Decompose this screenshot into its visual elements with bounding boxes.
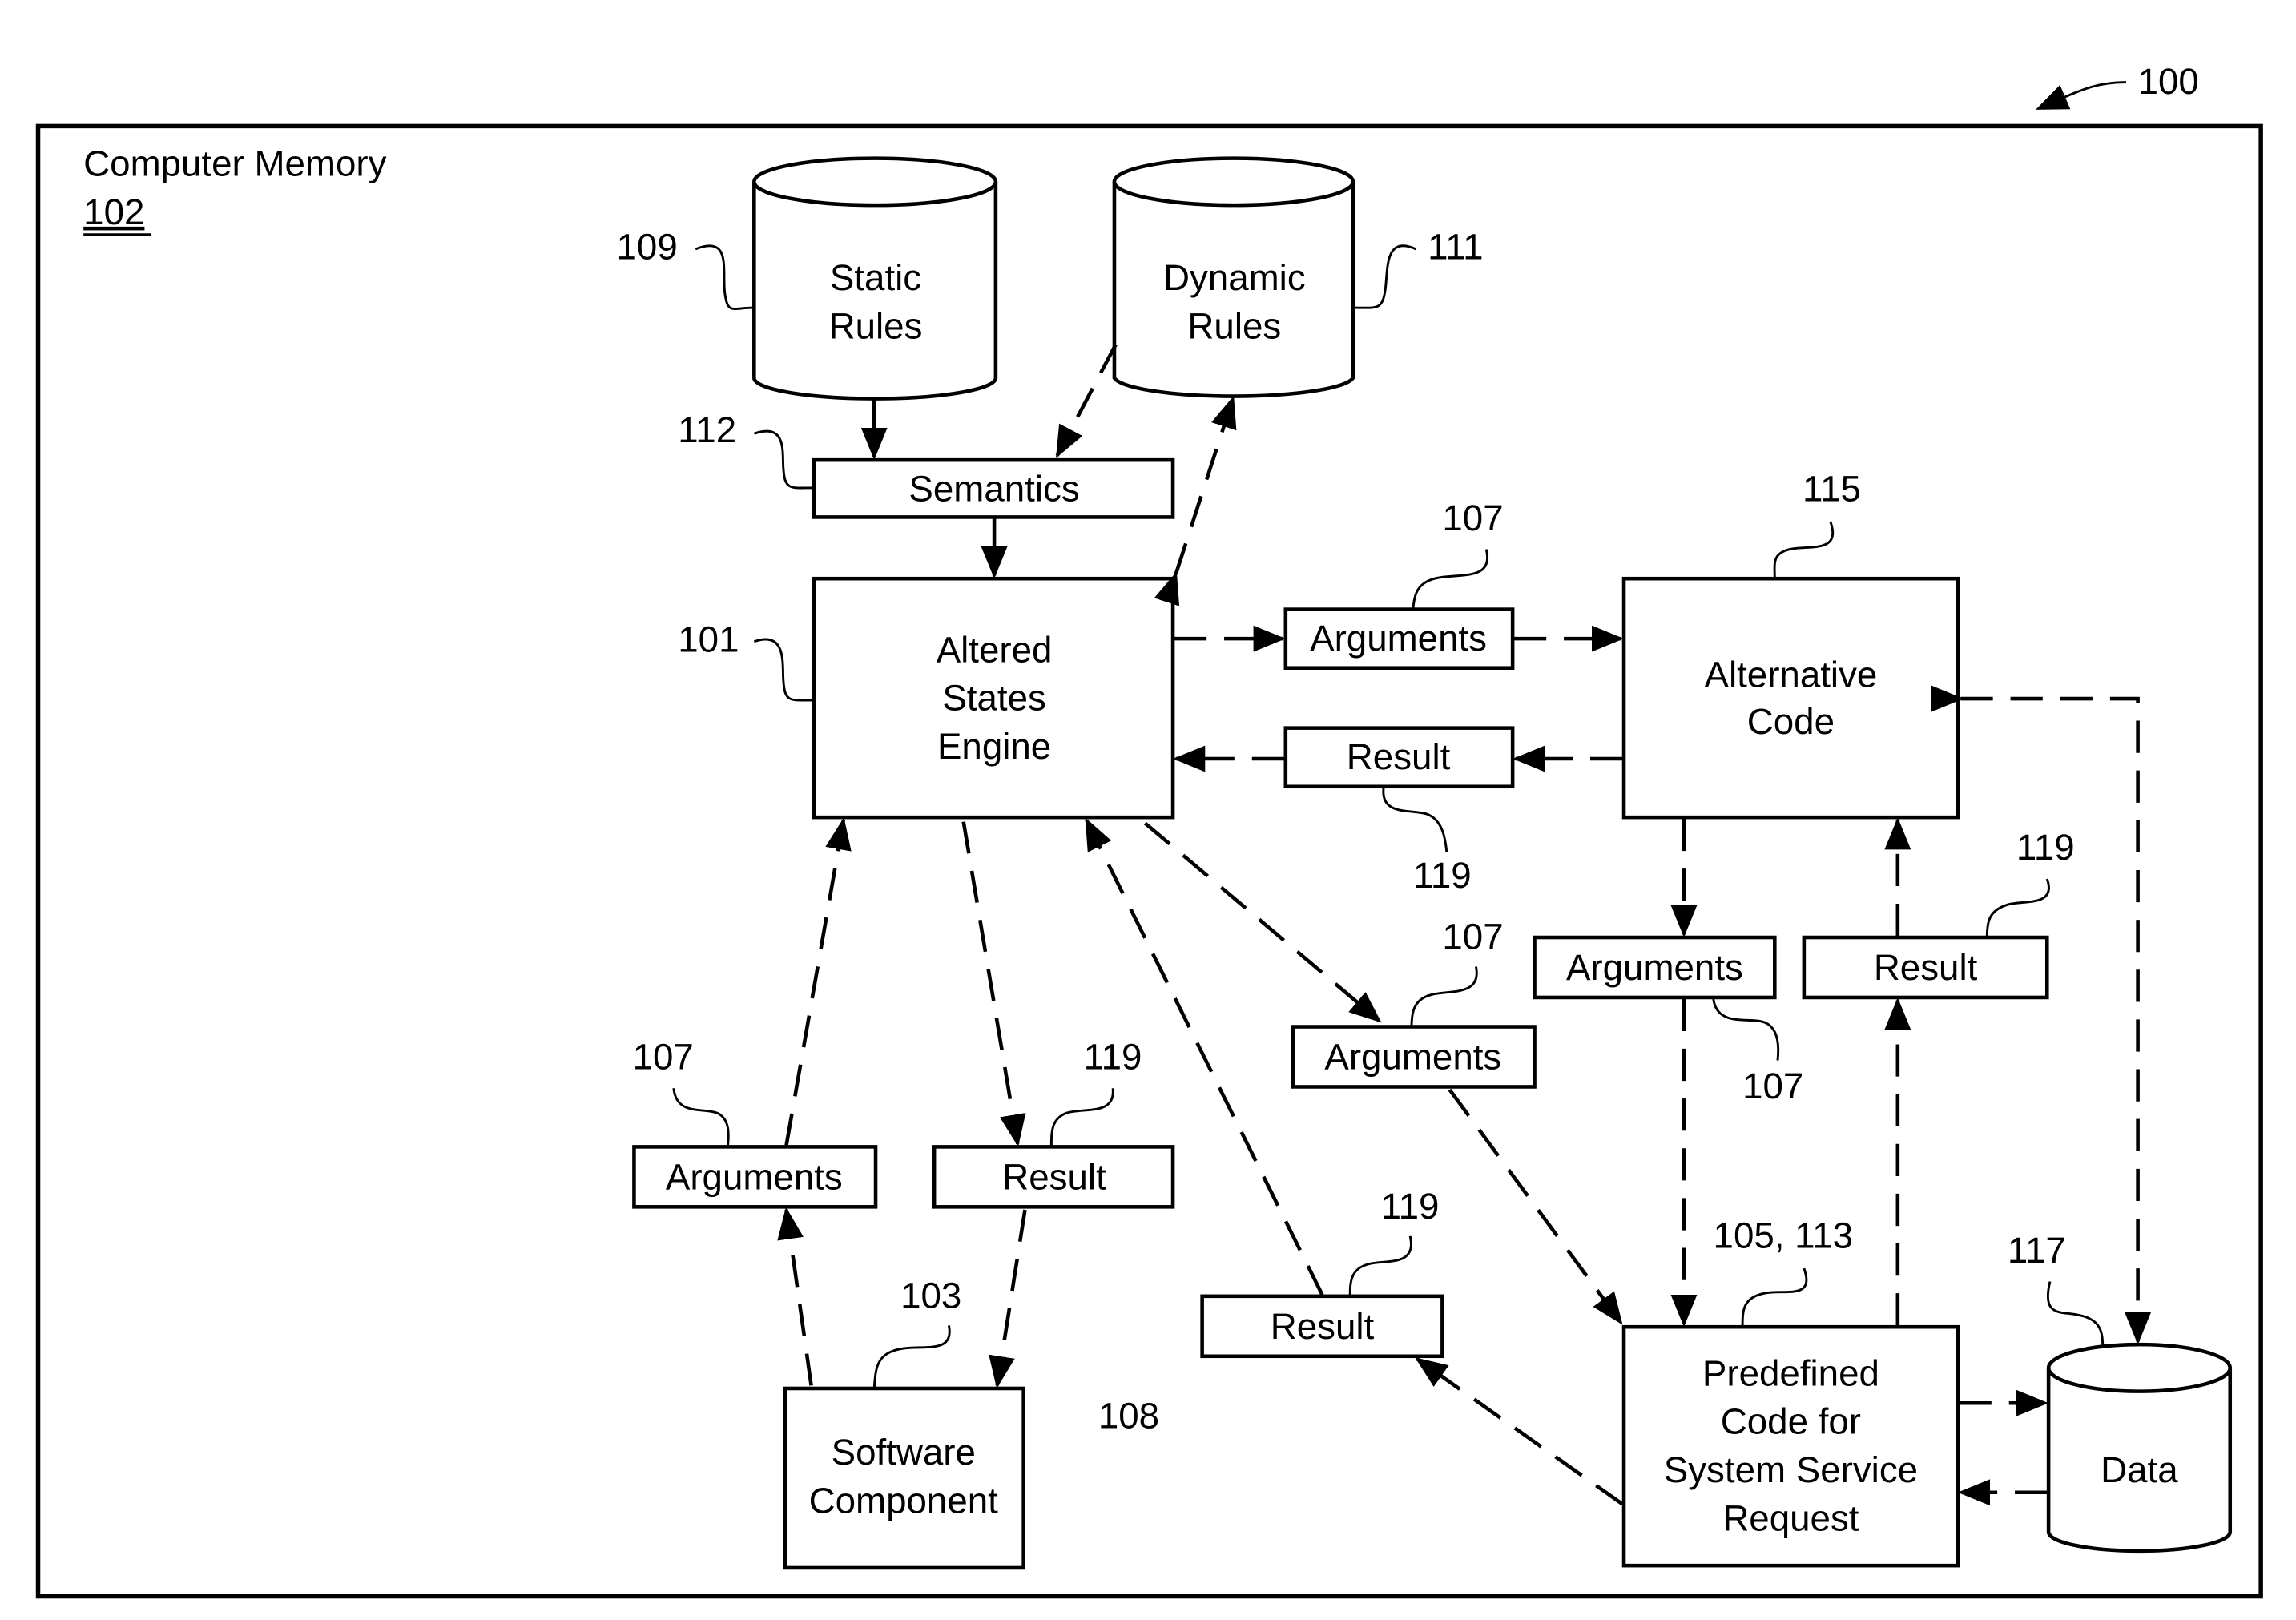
result-alt-to-engine[interactable]: Result (1283, 726, 1515, 789)
arguments-label: Arguments (666, 1156, 843, 1197)
predefined-ref: 105, 113 (1714, 1215, 1853, 1256)
arguments-ref: 107 (1742, 1066, 1803, 1106)
software-line-1: Software (832, 1432, 976, 1473)
result-ref: 119 (1381, 1186, 1440, 1227)
computer-memory-label: Computer Memory (83, 143, 386, 184)
result-leader (1348, 1235, 1412, 1296)
semantics-ref: 112 (678, 409, 736, 450)
semantics-leader (753, 429, 815, 490)
arrow-result-to-software (989, 1209, 1027, 1388)
arguments-ref: 107 (633, 1037, 694, 1078)
data-leader (2046, 1281, 2105, 1348)
arguments-engine-to-alt[interactable]: Arguments (1283, 607, 1515, 670)
semantics-box[interactable]: Semantics (812, 457, 1175, 519)
arrow-dynamic-to-semantics (1055, 343, 1118, 458)
alt-code-line-2: Code (1747, 701, 1835, 742)
static-rules-database[interactable]: Static Rules (752, 156, 998, 401)
predefined-line-1: Predefined (1702, 1352, 1879, 1393)
predefined-line-2: Code for (1721, 1401, 1861, 1442)
result-label: Result (1874, 947, 1978, 988)
label-108: 108 (1098, 1395, 1159, 1436)
alt-code-leader (1773, 521, 1835, 579)
arrow-engine-to-result (961, 821, 1026, 1147)
result-leader (1049, 1088, 1114, 1147)
static-rules-leader (695, 244, 755, 310)
arrow-engine-to-arguments-diag (1143, 821, 1382, 1023)
engine-line-3: Engine (937, 726, 1051, 767)
computer-memory-ref: 102 (83, 191, 144, 232)
result-label: Result (1271, 1306, 1375, 1347)
result-ref: 119 (1413, 855, 1472, 896)
predefined-line-4: Request (1722, 1497, 1859, 1538)
arrow-predefined-to-result-diag (1415, 1357, 1624, 1506)
static-rules-line-2: Rules (829, 305, 923, 346)
arguments-label: Arguments (1324, 1037, 1501, 1078)
result-leader (1985, 878, 2050, 938)
result-predefined-to-engine[interactable]: Result (1200, 1294, 1444, 1359)
dynamic-rules-ref: 111 (1428, 227, 1483, 268)
arrow-software-to-arguments (777, 1207, 813, 1386)
dynamic-rules-database[interactable]: Dynamic Rules (1112, 156, 1355, 398)
data-ref: 117 (2008, 1230, 2066, 1271)
figure-ref-label: 100 (2138, 61, 2199, 102)
alt-code-line-1: Alternative (1704, 654, 1877, 695)
software-leader (872, 1325, 951, 1389)
result-label: Result (1002, 1156, 1106, 1197)
software-ref: 103 (900, 1275, 961, 1316)
arguments-leader (1410, 966, 1478, 1027)
arguments-leader (1412, 549, 1489, 610)
arguments-label: Arguments (1310, 618, 1487, 659)
arguments-leader (672, 1088, 730, 1147)
result-ref: 119 (1084, 1037, 1142, 1078)
diagram: 100 Computer Memory 102 Static Rules 109… (35, 61, 2263, 1599)
software-line-2: Component (809, 1480, 999, 1521)
arguments-software-to-engine[interactable]: Arguments (632, 1145, 878, 1209)
dynamic-rules-line-2: Rules (1187, 305, 1281, 346)
altered-states-engine-box[interactable]: Altered States Engine (812, 576, 1175, 820)
dynamic-rules-leader (1352, 244, 1417, 309)
alternative-code-box[interactable]: Alternative Code (1621, 576, 1960, 820)
arguments-engine-to-predefined[interactable]: Arguments (1291, 1025, 1537, 1089)
result-leader (1382, 786, 1448, 853)
figure-ref-arrow (2035, 81, 2126, 110)
engine-line-1: Altered (937, 629, 1053, 670)
result-label: Result (1347, 736, 1451, 777)
engine-ref: 101 (678, 619, 739, 660)
arguments-alt-to-predefined[interactable]: Arguments (1533, 935, 1777, 1000)
arrow-arguments-to-predefined-diag (1448, 1088, 1623, 1325)
arrow-engine-to-dynamic (1154, 395, 1237, 606)
engine-leader (753, 638, 815, 702)
arguments-leader (1712, 997, 1780, 1061)
arguments-label: Arguments (1566, 947, 1743, 988)
predefined-code-box[interactable]: Predefined Code for System Service Reque… (1621, 1324, 1960, 1568)
arguments-ref: 107 (1442, 917, 1503, 957)
data-database[interactable]: Data (2046, 1342, 2233, 1554)
dynamic-rules-line-1: Dynamic (1163, 257, 1306, 298)
software-component-box[interactable]: Software Component (783, 1386, 1025, 1570)
arrow-arguments-to-engine (784, 817, 852, 1146)
alt-code-ref: 115 (1803, 468, 1861, 509)
data-label: Data (2101, 1449, 2178, 1490)
result-engine-to-software[interactable]: Result (932, 1145, 1175, 1209)
semantics-label: Semantics (908, 468, 1079, 509)
result-predefined-to-alt[interactable]: Result (1802, 935, 2049, 1000)
static-rules-ref: 109 (617, 227, 678, 268)
predefined-leader (1741, 1267, 1808, 1328)
arguments-ref: 107 (1442, 498, 1503, 538)
predefined-line-3: System Service (1664, 1449, 1918, 1490)
engine-line-2: States (942, 678, 1046, 719)
result-ref: 119 (2016, 827, 2075, 868)
static-rules-line-1: Static (830, 257, 921, 298)
